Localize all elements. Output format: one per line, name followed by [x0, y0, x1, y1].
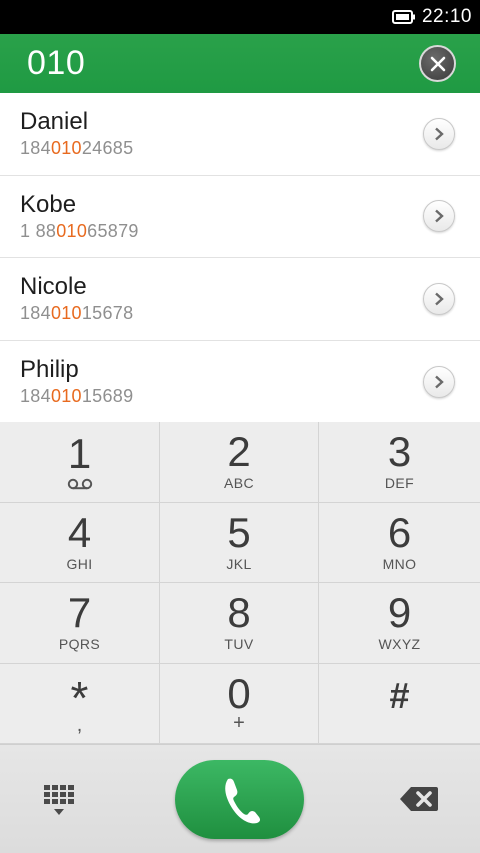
key-digit: 6 [387, 508, 412, 556]
chevron-right-icon [435, 127, 444, 141]
key-digit: * [70, 672, 89, 725]
key-letters: DEF [384, 475, 415, 492]
key-digit: 4 [67, 508, 92, 556]
contact-name: Kobe [20, 190, 77, 218]
key-digit: 8 [227, 589, 251, 637]
contact-row[interactable]: Kobe 1 8801065879 [0, 176, 480, 258]
contact-name: Nicole [20, 273, 87, 301]
key-0[interactable]: 0 + [160, 663, 319, 744]
key-letters: + [233, 712, 245, 735]
close-icon [430, 56, 445, 71]
number-match-highlight: 010 [50, 386, 82, 407]
number-match-highlight: 010 [50, 303, 82, 324]
key-7[interactable]: 7 PQRS [0, 583, 160, 664]
key-star[interactable]: * , [0, 663, 160, 744]
call-button[interactable] [175, 760, 304, 839]
backspace-icon[interactable] [399, 785, 439, 813]
key-digit: 7 [67, 589, 92, 637]
key-1[interactable]: 1 [0, 422, 160, 503]
key-digit: 3 [387, 428, 412, 476]
status-bar: 22:10 [0, 0, 480, 34]
battery-icon [391, 10, 415, 24]
contact-row[interactable]: Daniel 18401024685 [0, 93, 480, 176]
key-4[interactable]: 4 GHI [0, 502, 160, 583]
key-letters: GHI [66, 555, 93, 572]
clear-input-button[interactable] [419, 45, 456, 82]
key-letters: WXYZ [378, 636, 421, 653]
key-9[interactable]: 9 WXYZ [319, 583, 480, 664]
contact-row[interactable]: Philip 18401015689 [0, 341, 480, 424]
key-8[interactable]: 8 TUV [160, 583, 319, 664]
contact-detail-button[interactable] [423, 200, 455, 233]
contact-number: 18401015689 [20, 386, 134, 407]
contact-number: 18401024685 [20, 138, 134, 159]
key-digit: 1 [67, 429, 92, 477]
dialer-header: 010 [0, 34, 480, 93]
number-match-highlight: 010 [56, 220, 88, 241]
contact-detail-button[interactable] [423, 117, 455, 150]
contact-name: Daniel [20, 108, 89, 136]
dialpad-icon[interactable] [42, 783, 76, 817]
key-6[interactable]: 6 MNO [319, 502, 480, 583]
contact-detail-button[interactable] [423, 365, 455, 398]
key-letters: PQRS [58, 636, 101, 653]
dial-keypad: 1 2 ABC 3 DEF 4 GHI 5 JKL 6 MNO 7 PQRS 8… [0, 422, 480, 744]
key-2[interactable]: 2 ABC [160, 422, 319, 503]
chevron-right-icon [435, 292, 444, 306]
phone-icon [224, 778, 260, 823]
key-digit: # [389, 675, 410, 717]
key-letters: , [76, 714, 83, 737]
key-letters: JKL [226, 555, 252, 572]
contact-number: 1 8801065879 [20, 220, 139, 241]
dialed-number-input[interactable]: 010 [27, 44, 85, 83]
chevron-right-icon [435, 209, 444, 223]
number-match-highlight: 010 [50, 138, 82, 159]
key-digit: 5 [227, 508, 251, 556]
contact-row[interactable]: Nicole 18401015678 [0, 258, 480, 341]
status-time: 22:10 [421, 6, 472, 27]
contact-name: Philip [20, 356, 79, 384]
key-letters: MNO [382, 555, 417, 572]
key-letters: TUV [224, 636, 254, 653]
key-3[interactable]: 3 DEF [319, 422, 480, 503]
contact-number: 18401015678 [20, 303, 134, 324]
dialer-action-bar [0, 744, 480, 853]
key-digit: 9 [387, 589, 412, 637]
chevron-right-icon [435, 375, 444, 389]
key-digit: 2 [227, 428, 251, 476]
key-letters: ABC [224, 475, 254, 492]
contact-detail-button[interactable] [423, 282, 455, 315]
key-digit: 0 [227, 670, 251, 718]
key-hash[interactable]: # [319, 663, 480, 744]
voicemail-icon [67, 478, 92, 489]
contact-suggestion-list: Daniel 18401024685 Kobe 1 8801065879 Nic… [0, 93, 480, 422]
key-5[interactable]: 5 JKL [160, 502, 319, 583]
